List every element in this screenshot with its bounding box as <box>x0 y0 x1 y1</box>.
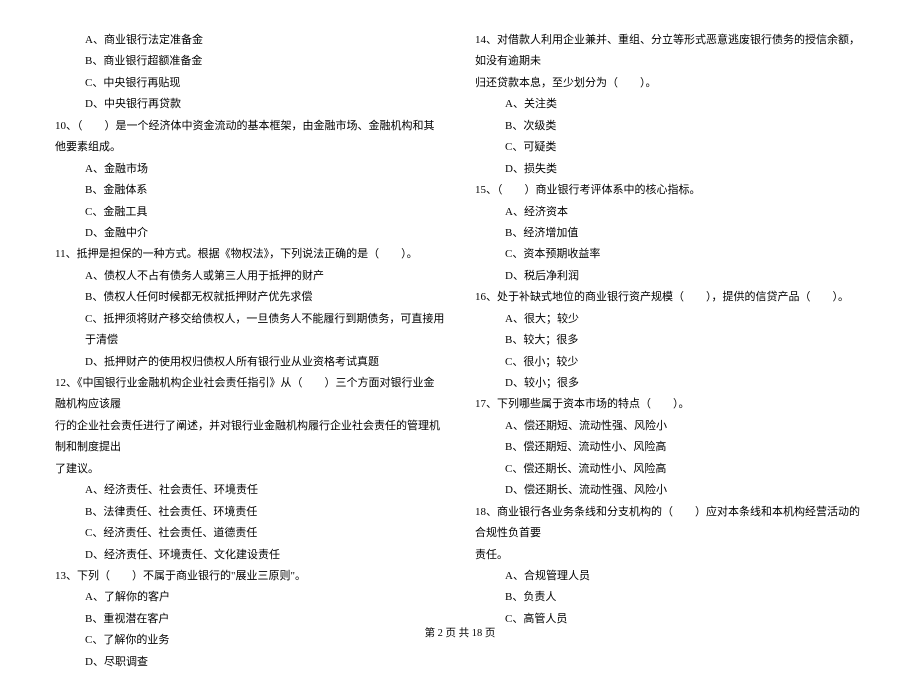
q12-text-cont2: 了建议。 <box>55 459 445 480</box>
q18-opt-a: A、合规管理人员 <box>475 566 865 587</box>
q13-opt-d: D、尽职调查 <box>55 652 445 673</box>
q11-text: 11、抵押是担保的一种方式。根据《物权法》，下列说法正确的是（ ）。 <box>55 244 445 265</box>
q12-text-cont1: 行的企业社会责任进行了阐述，并对银行业金融机构履行企业社会责任的管理机制和制度提… <box>55 416 445 459</box>
q17-text: 17、下列哪些属于资本市场的特点（ ）。 <box>475 394 865 415</box>
q9-opt-d: D、中央银行再贷款 <box>55 94 445 115</box>
q16-opt-c: C、很小；较少 <box>475 352 865 373</box>
q17-opt-a: A、偿还期短、流动性强、风险小 <box>475 416 865 437</box>
q12-text: 12、《中国银行业金融机构企业社会责任指引》从（ ）三个方面对银行业金融机构应该… <box>55 373 445 416</box>
q17-opt-d: D、偿还期长、流动性强、风险小 <box>475 480 865 501</box>
q14-opt-c: C、可疑类 <box>475 137 865 158</box>
q10-opt-a: A、金融市场 <box>55 159 445 180</box>
q14-opt-a: A、关注类 <box>475 94 865 115</box>
q11-opt-b: B、债权人任何时候都无权就抵押财产优先求偿 <box>55 287 445 308</box>
q15-text: 15、（ ）商业银行考评体系中的核心指标。 <box>475 180 865 201</box>
q14-text: 14、对借款人利用企业兼并、重组、分立等形式恶意逃废银行债务的授信余额，如没有逾… <box>475 30 865 73</box>
q14-opt-d: D、损失类 <box>475 159 865 180</box>
q18-opt-b: B、负责人 <box>475 587 865 608</box>
q15-opt-a: A、经济资本 <box>475 202 865 223</box>
q12-opt-d: D、经济责任、环境责任、文化建设责任 <box>55 545 445 566</box>
q9-opt-a: A、商业银行法定准备金 <box>55 30 445 51</box>
q10-opt-b: B、金融体系 <box>55 180 445 201</box>
page-footer: 第 2 页 共 18 页 <box>0 625 920 640</box>
q18-text-cont: 责任。 <box>475 545 865 566</box>
q12-opt-b: B、法律责任、社会责任、环境责任 <box>55 502 445 523</box>
q13-opt-a: A、了解你的客户 <box>55 587 445 608</box>
right-column: 14、对借款人利用企业兼并、重组、分立等形式恶意逃废银行债务的授信余额，如没有逾… <box>475 30 865 610</box>
left-column: A、商业银行法定准备金 B、商业银行超额准备金 C、中央银行再贴现 D、中央银行… <box>55 30 445 610</box>
q11-opt-d: D、抵押财产的使用权归债权人所有银行业从业资格考试真题 <box>55 352 445 373</box>
q15-opt-c: C、资本预期收益率 <box>475 244 865 265</box>
q9-opt-b: B、商业银行超额准备金 <box>55 51 445 72</box>
q14-text-cont: 归还贷款本息，至少划分为（ ）。 <box>475 73 865 94</box>
q9-opt-c: C、中央银行再贴现 <box>55 73 445 94</box>
q14-opt-b: B、次级类 <box>475 116 865 137</box>
q18-text: 18、商业银行各业务条线和分支机构的（ ）应对本条线和本机构经营活动的合规性负首… <box>475 502 865 545</box>
q16-opt-a: A、很大；较少 <box>475 309 865 330</box>
q16-opt-b: B、较大；很多 <box>475 330 865 351</box>
q12-opt-a: A、经济责任、社会责任、环境责任 <box>55 480 445 501</box>
q15-opt-d: D、税后净利润 <box>475 266 865 287</box>
q16-opt-d: D、较小；很多 <box>475 373 865 394</box>
q11-opt-c: C、抵押须将财产移交给债权人，一旦债务人不能履行到期债务，可直接用于清偿 <box>55 309 445 352</box>
q10-text: 10、（ ）是一个经济体中资金流动的基本框架，由金融市场、金融机构和其他要素组成… <box>55 116 445 159</box>
q17-opt-c: C、偿还期长、流动性小、风险高 <box>475 459 865 480</box>
q17-opt-b: B、偿还期短、流动性小、风险高 <box>475 437 865 458</box>
q13-text: 13、下列（ ）不属于商业银行的"展业三原则"。 <box>55 566 445 587</box>
q12-opt-c: C、经济责任、社会责任、道德责任 <box>55 523 445 544</box>
q16-text: 16、处于补缺式地位的商业银行资产规模（ ），提供的信贷产品（ ）。 <box>475 287 865 308</box>
q11-opt-a: A、债权人不占有债务人或第三人用于抵押的财产 <box>55 266 445 287</box>
page-columns: A、商业银行法定准备金 B、商业银行超额准备金 C、中央银行再贴现 D、中央银行… <box>55 30 865 610</box>
q10-opt-d: D、金融中介 <box>55 223 445 244</box>
q10-opt-c: C、金融工具 <box>55 202 445 223</box>
q15-opt-b: B、经济增加值 <box>475 223 865 244</box>
